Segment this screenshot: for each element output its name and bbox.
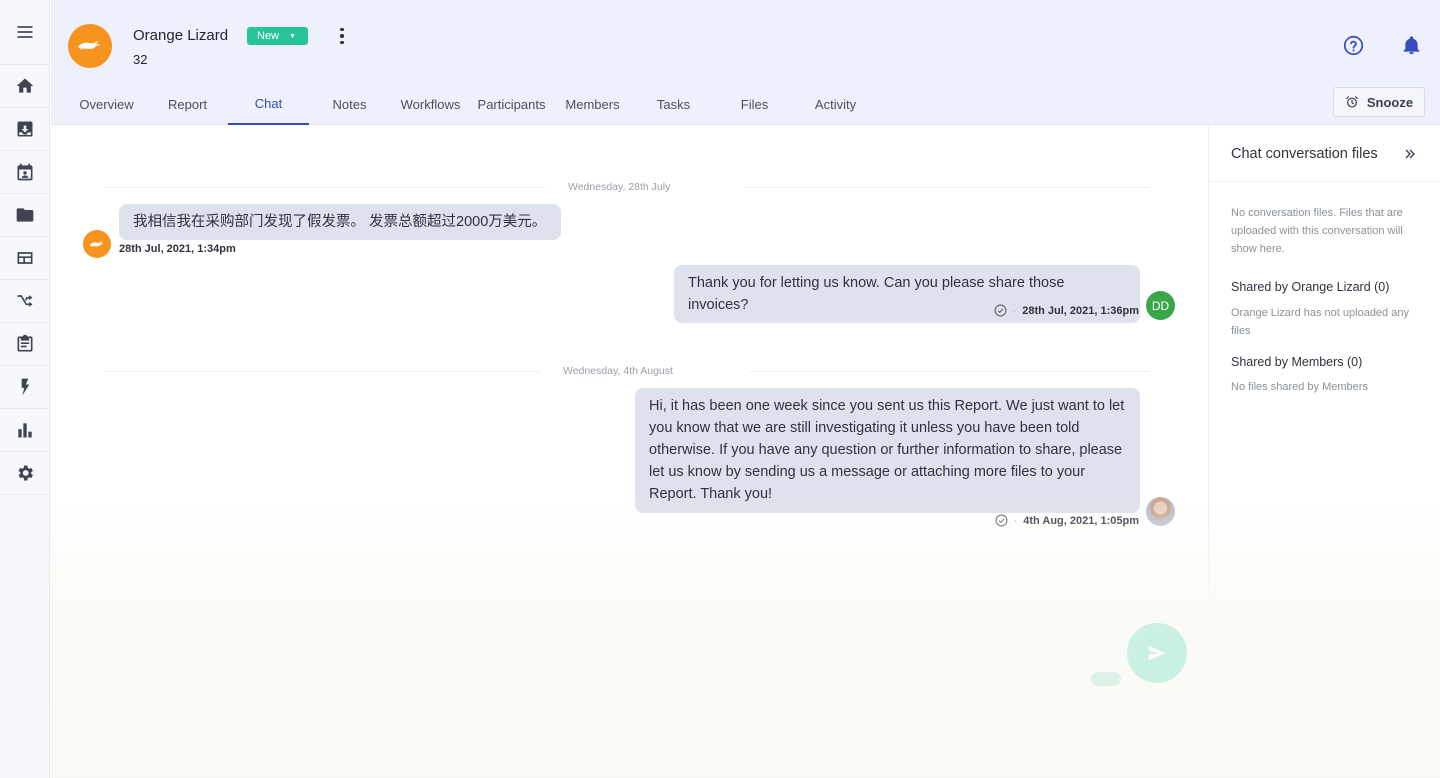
calendar-icon xyxy=(17,163,33,181)
lightning-icon xyxy=(21,378,30,396)
tab-report[interactable]: Report xyxy=(147,83,228,125)
shuffle-icon xyxy=(17,295,33,307)
date-label: Wednesday, 28th July xyxy=(568,181,671,193)
sidebar-item-tasks[interactable] xyxy=(0,323,50,366)
divider xyxy=(750,371,1150,372)
message-input[interactable] xyxy=(66,672,966,698)
tab-bar: Overview Report Chat Notes Workflows Par… xyxy=(66,83,876,125)
tab-members[interactable]: Members xyxy=(552,83,633,125)
kebab-dot-icon xyxy=(340,27,344,32)
gear-icon xyxy=(18,465,33,481)
message-timestamp: 28th Jul, 2021, 1:34pm xyxy=(119,243,236,255)
sidebar xyxy=(0,0,50,778)
sidebar-item-inbox[interactable] xyxy=(0,108,50,151)
caret-down-icon: ▼ xyxy=(289,32,296,40)
clipboard-icon xyxy=(17,334,33,352)
folder-icon xyxy=(16,208,34,222)
org-avatar xyxy=(83,230,111,258)
divider xyxy=(105,187,545,188)
internal-toggle[interactable] xyxy=(1091,672,1121,686)
shared-by-members-note: No files shared by Members xyxy=(1231,381,1368,393)
shared-by-members-heading: Shared by Members (0) xyxy=(1231,355,1363,369)
report-header: Orange Lizard 32 New ▼ Overview Report C… xyxy=(51,0,1440,125)
files-panel-header: Chat conversation files xyxy=(1209,126,1440,182)
snooze-label: Snooze xyxy=(1366,94,1414,110)
message-bubble-outgoing: Hi, it has been one week since you sent … xyxy=(635,388,1140,513)
sidebar-item-workflows[interactable] xyxy=(0,280,50,323)
status-label: New xyxy=(257,30,280,42)
double-chevron-right-icon[interactable] xyxy=(1402,146,1418,162)
bell-icon[interactable] xyxy=(1401,35,1422,56)
help-icon[interactable] xyxy=(1343,35,1364,56)
tab-overview[interactable]: Overview xyxy=(66,83,147,125)
user-photo-avatar xyxy=(1146,497,1175,526)
separator-dot: · xyxy=(1013,514,1018,527)
date-separator: Wednesday, 4th August xyxy=(105,364,1150,378)
bar-chart-icon xyxy=(18,423,32,438)
tab-participants[interactable]: Participants xyxy=(471,83,552,125)
tab-chat[interactable]: Chat xyxy=(228,83,309,125)
sidebar-item-settings[interactable] xyxy=(0,452,50,495)
report-number: 32 xyxy=(133,52,148,67)
sidebar-item-folder[interactable] xyxy=(0,194,50,237)
sidebar-item-calendar[interactable] xyxy=(0,151,50,194)
user-avatar: DD xyxy=(1146,291,1175,320)
org-logo xyxy=(68,24,112,68)
lizard-logo-icon xyxy=(89,240,104,247)
snooze-button[interactable]: Snooze xyxy=(1333,87,1425,117)
tab-workflows[interactable]: Workflows xyxy=(390,83,471,125)
message-bubble-incoming: 我相信我在采购部门发现了假发票。 发票总额超过2000万美元。 xyxy=(119,204,561,240)
send-button[interactable] xyxy=(1127,623,1187,683)
alarm-clock-icon xyxy=(1346,96,1358,108)
check-circle-icon xyxy=(995,514,1008,527)
kebab-dot-icon xyxy=(340,40,344,45)
send-icon xyxy=(1148,645,1166,661)
tab-activity[interactable]: Activity xyxy=(795,83,876,125)
inbox-icon xyxy=(17,121,33,137)
date-label: Wednesday, 4th August xyxy=(563,365,673,377)
message-timestamp: 28th Jul, 2021, 1:36pm xyxy=(1022,304,1139,317)
status-dropdown[interactable]: New ▼ xyxy=(247,27,308,45)
sidebar-item-analytics[interactable] xyxy=(0,409,50,452)
dashboard-icon xyxy=(17,252,33,264)
lizard-logo-icon xyxy=(78,41,101,50)
files-panel-title: Chat conversation files xyxy=(1231,145,1378,162)
org-name: Orange Lizard xyxy=(133,27,229,44)
sidebar-item-home[interactable] xyxy=(0,65,50,108)
separator-dot: · xyxy=(1012,304,1017,317)
kebab-dot-icon xyxy=(340,34,344,38)
message-timestamp: 4th Aug, 2021, 1:05pm xyxy=(1023,514,1139,527)
tab-notes[interactable]: Notes xyxy=(309,83,390,125)
sidebar-item-automation[interactable] xyxy=(0,366,50,409)
files-panel: Chat conversation files No conversation … xyxy=(1208,126,1440,778)
home-icon xyxy=(16,78,34,93)
divider xyxy=(105,371,540,372)
menu-button[interactable] xyxy=(0,0,50,65)
sidebar-item-dashboard[interactable] xyxy=(0,237,50,280)
menu-icon xyxy=(17,26,33,38)
date-separator: Wednesday, 28th July xyxy=(105,180,1150,194)
more-options-button[interactable] xyxy=(334,26,350,46)
shared-by-org-note: Orange Lizard has not uploaded any files xyxy=(1231,307,1409,337)
files-empty-note: No conversation files. Files that are up… xyxy=(1231,207,1403,255)
message-meta: · 4th Aug, 2021, 1:05pm xyxy=(995,514,1139,527)
check-circle-icon xyxy=(994,304,1007,317)
message-meta: · 28th Jul, 2021, 1:36pm xyxy=(994,304,1139,317)
tab-files[interactable]: Files xyxy=(714,83,795,125)
divider xyxy=(745,187,1150,188)
tab-tasks[interactable]: Tasks xyxy=(633,83,714,125)
shared-by-org-heading: Shared by Orange Lizard (0) xyxy=(1231,280,1390,294)
